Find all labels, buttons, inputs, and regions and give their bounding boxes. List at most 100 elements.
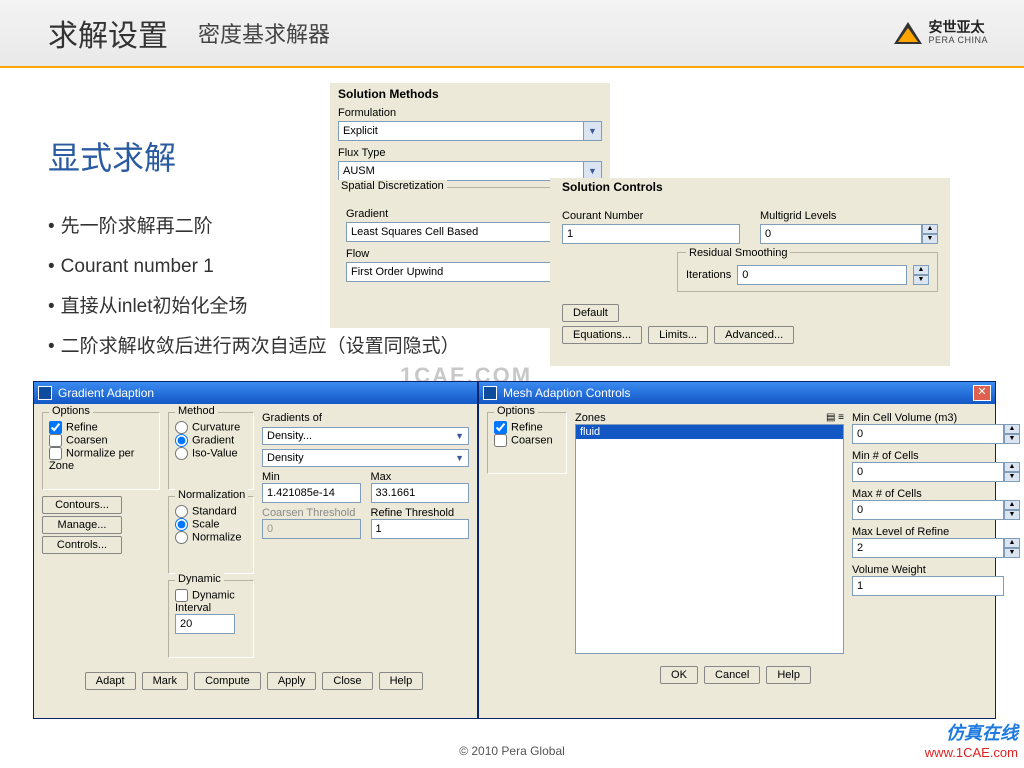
gradient-input[interactable] — [346, 222, 584, 242]
zones-label: Zones — [575, 412, 606, 424]
flow-input[interactable] — [346, 262, 584, 282]
formulation-combo[interactable]: ▼ — [338, 121, 602, 141]
gradient-label: Gradient — [192, 434, 234, 446]
methods-title: Solution Methods — [338, 87, 602, 101]
equations-button[interactable]: Equations... — [562, 326, 642, 344]
advanced-button[interactable]: Advanced... — [714, 326, 794, 344]
normalize-radio[interactable] — [175, 531, 188, 544]
coarsen-th-input — [262, 519, 361, 539]
mincell-input[interactable] — [852, 424, 1004, 444]
interval-input[interactable] — [175, 614, 235, 634]
app-icon — [483, 386, 497, 400]
min-input[interactable] — [262, 483, 361, 503]
gradient-radio[interactable] — [175, 434, 188, 447]
refine-label: Refine — [66, 421, 98, 433]
refine-checkbox[interactable] — [49, 421, 62, 434]
solution-controls-panel: Solution Controls Courant Number Multigr… — [550, 178, 950, 366]
mesh-refine-checkbox[interactable] — [494, 421, 507, 434]
cancel-button[interactable]: Cancel — [704, 666, 760, 684]
gradients-of-primary[interactable]: Density...▼ — [262, 427, 469, 445]
maxlevel-input[interactable] — [852, 538, 1004, 558]
maxnum-label: Max # of Cells — [852, 488, 987, 500]
slide-header: 求解设置 密度基求解器 安世亚太 PERA CHINA — [0, 0, 1024, 68]
refine-th-label: Refine Threshold — [371, 507, 470, 519]
mesh-options-group: Options Refine Coarsen — [487, 412, 567, 474]
title-main: 求解设置 — [48, 11, 168, 55]
iterations-label: Iterations — [686, 269, 731, 281]
close-button[interactable]: Close — [322, 672, 372, 690]
dynamic-legend: Dynamic — [175, 573, 224, 585]
multigrid-label: Multigrid Levels — [760, 210, 938, 222]
logo: 安世亚太 PERA CHINA — [894, 20, 988, 45]
mesh-adaption-window: Mesh Adaption Controls ✕ Options Refine … — [478, 381, 996, 719]
standard-label: Standard — [192, 505, 237, 517]
limits-button[interactable]: Limits... — [648, 326, 708, 344]
maxnum-input[interactable] — [852, 500, 1004, 520]
multigrid-spinner[interactable]: ▲▼ — [922, 224, 938, 244]
apply-button[interactable]: Apply — [267, 672, 317, 690]
compute-button[interactable]: Compute — [194, 672, 261, 690]
logo-text: 安世亚太 PERA CHINA — [928, 20, 988, 45]
refine-th-input[interactable] — [371, 519, 470, 539]
isovalue-radio[interactable] — [175, 447, 188, 460]
spinner[interactable]: ▲▼ — [1004, 424, 1020, 444]
gradients-of-secondary[interactable]: Density▼ — [262, 449, 469, 467]
normalize-label: Normalize — [192, 531, 242, 543]
minnum-label: Min # of Cells — [852, 450, 987, 462]
courant-input[interactable] — [562, 224, 740, 244]
multigrid-input[interactable] — [760, 224, 922, 244]
formulation-input[interactable] — [338, 121, 584, 141]
iterations-spinner[interactable]: ▲▼ — [913, 265, 929, 285]
mesh-options-legend: Options — [494, 405, 538, 417]
logo-triangle-icon — [894, 22, 922, 44]
help-button[interactable]: Help — [379, 672, 424, 690]
zone-item-selected[interactable]: fluid — [576, 425, 843, 439]
chevron-down-icon[interactable]: ▼ — [455, 431, 464, 441]
flux-label: Flux Type — [338, 147, 602, 159]
spinner[interactable]: ▲▼ — [1004, 462, 1020, 482]
titlebar[interactable]: Mesh Adaption Controls ✕ — [479, 382, 995, 404]
ok-button[interactable]: OK — [660, 666, 698, 684]
spinner[interactable]: ▲▼ — [1004, 538, 1020, 558]
method-group: Method Curvature Gradient Iso-Value — [168, 412, 254, 490]
residual-smoothing-group: Residual Smoothing Iterations ▲▼ — [677, 252, 938, 292]
window-title: Mesh Adaption Controls — [503, 386, 630, 400]
watermark-url: www.1CAE.com — [925, 745, 1018, 762]
mark-button[interactable]: Mark — [142, 672, 188, 690]
spatial-label: Spatial Discretization — [338, 180, 447, 192]
spinner[interactable]: ▲▼ — [1004, 500, 1020, 520]
volw-input[interactable] — [852, 576, 1004, 596]
controls-button[interactable]: Controls... — [42, 536, 122, 554]
default-button[interactable]: Default — [562, 304, 619, 322]
method-legend: Method — [175, 405, 218, 417]
iterations-input[interactable] — [737, 265, 907, 285]
logo-cn: 安世亚太 — [928, 20, 988, 35]
scale-label: Scale — [192, 518, 220, 530]
close-icon[interactable]: ✕ — [973, 385, 991, 401]
watermark-right: 仿真在线 www.1CAE.com — [925, 722, 1018, 762]
normalize-zone-checkbox[interactable] — [49, 447, 62, 460]
minnum-input[interactable] — [852, 462, 1004, 482]
curvature-label: Curvature — [192, 421, 240, 433]
gradient-adaption-window: Gradient Adaption Options Refine Coarsen… — [33, 381, 478, 719]
dynamic-checkbox[interactable] — [175, 589, 188, 602]
manage-button[interactable]: Manage... — [42, 516, 122, 534]
scale-radio[interactable] — [175, 518, 188, 531]
contours-button[interactable]: Contours... — [42, 496, 122, 514]
coarsen-checkbox[interactable] — [49, 434, 62, 447]
isovalue-label: Iso-Value — [192, 447, 238, 459]
help-button[interactable]: Help — [766, 666, 811, 684]
curvature-radio[interactable] — [175, 421, 188, 434]
flux-input[interactable] — [338, 161, 584, 181]
mesh-coarsen-checkbox[interactable] — [494, 434, 507, 447]
standard-radio[interactable] — [175, 505, 188, 518]
min-label: Min — [262, 471, 361, 483]
adapt-button[interactable]: Adapt — [85, 672, 136, 690]
chevron-down-icon[interactable]: ▼ — [584, 121, 602, 141]
coarsen-label: Coarsen — [66, 434, 108, 446]
title-sub: 密度基求解器 — [198, 17, 330, 49]
max-input[interactable] — [371, 483, 470, 503]
zones-list[interactable]: fluid — [575, 424, 844, 654]
chevron-down-icon[interactable]: ▼ — [455, 453, 464, 463]
titlebar[interactable]: Gradient Adaption — [34, 382, 477, 404]
